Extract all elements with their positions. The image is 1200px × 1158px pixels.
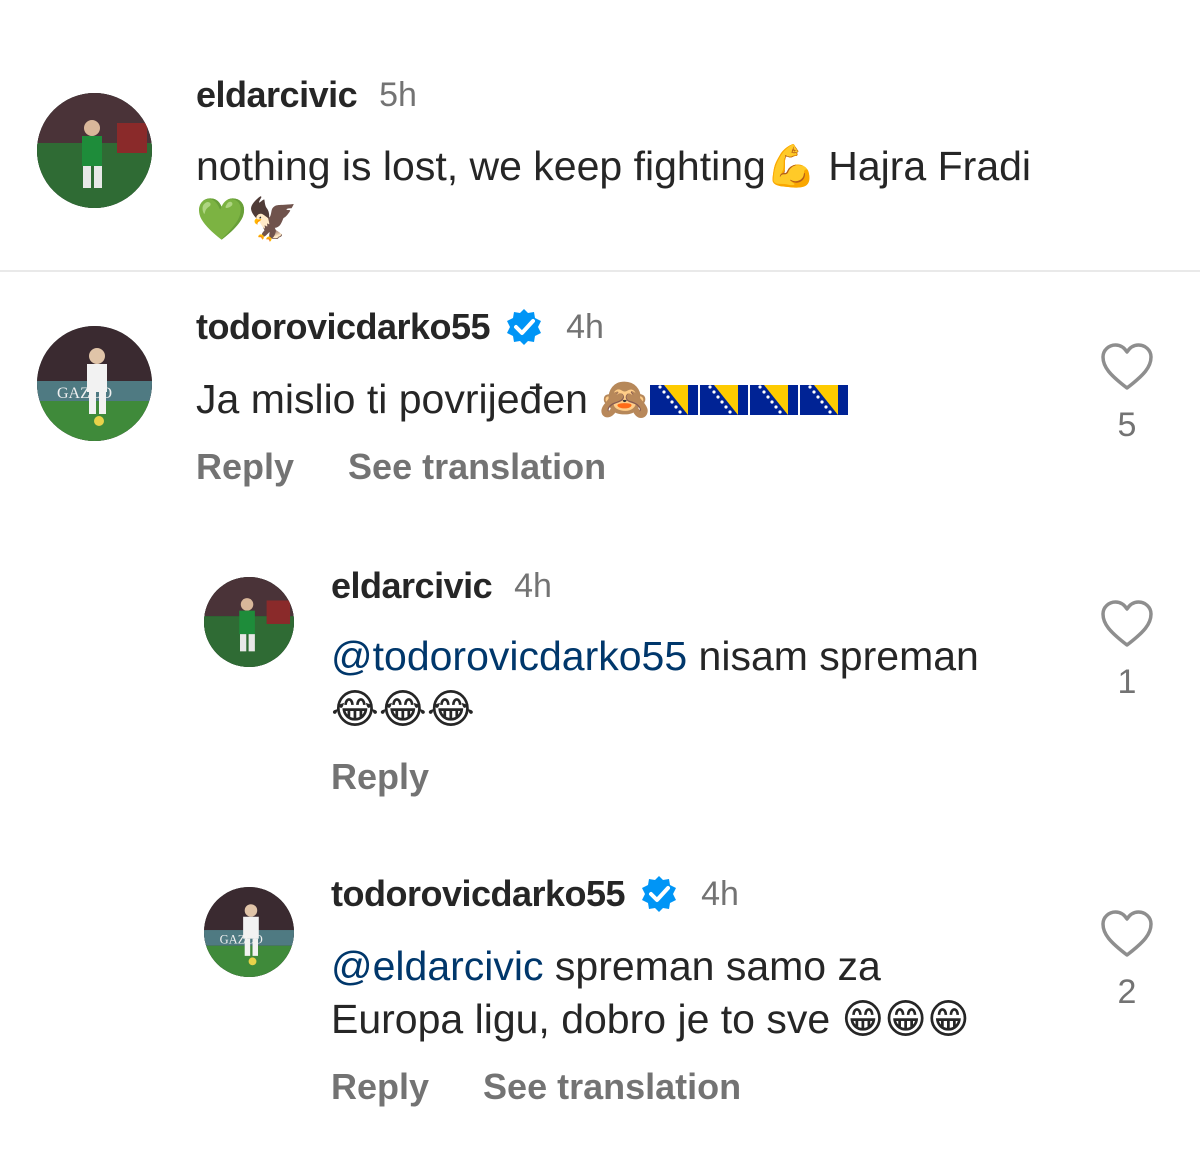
timestamp: 4h xyxy=(514,566,552,605)
username[interactable]: eldarcivic xyxy=(196,74,358,116)
heart-outline-icon[interactable] xyxy=(1100,599,1154,649)
avatar-photo xyxy=(37,93,152,208)
mention-link[interactable]: @eldarcivic xyxy=(331,943,544,989)
heart-outline-icon[interactable] xyxy=(1100,342,1154,392)
comment-text: @todorovicdarko55 nisam spreman 😂😂😂 xyxy=(331,633,979,733)
username[interactable]: eldarcivic xyxy=(331,565,493,607)
verified-badge-icon xyxy=(504,307,544,347)
username[interactable]: todorovicdarko55 xyxy=(196,306,491,348)
comment-text: Ja mislio ti povrijeđen 🙈 xyxy=(196,373,1056,426)
divider xyxy=(0,270,1200,272)
see-translation-button[interactable]: See translation xyxy=(483,1066,741,1108)
bosnia-flag-icon xyxy=(750,385,799,415)
like-count: 1 xyxy=(1117,663,1137,701)
like-control: 1 xyxy=(1099,599,1155,702)
avatar[interactable] xyxy=(204,577,294,667)
username[interactable]: todorovicdarko55 xyxy=(331,873,626,915)
avatar-photo xyxy=(204,577,294,667)
comment-text: nothing is lost, we keep fighting💪 Hajra… xyxy=(196,142,1032,243)
see-translation-button[interactable]: See translation xyxy=(348,446,606,488)
bosnia-flag-icon xyxy=(700,385,749,415)
reply-button[interactable]: Reply xyxy=(196,446,294,488)
timestamp: 4h xyxy=(701,874,739,913)
avatar[interactable]: GAZCO xyxy=(204,887,294,977)
comment-text: @eldarcivic spreman samo za Europa ligu,… xyxy=(331,943,970,1043)
like-control: 5 xyxy=(1099,342,1155,445)
reply-button[interactable]: Reply xyxy=(331,756,429,798)
like-control: 2 xyxy=(1099,909,1155,1012)
avatar-photo: GAZCO xyxy=(204,887,294,977)
avatar[interactable]: GAZCO xyxy=(37,326,152,441)
bosnia-flag-icon xyxy=(800,385,849,415)
avatar[interactable] xyxy=(37,93,152,208)
verified-badge-icon xyxy=(639,874,679,914)
timestamp: 5h xyxy=(379,75,417,114)
like-count: 2 xyxy=(1117,973,1137,1011)
avatar-photo: GAZCO xyxy=(37,326,152,441)
like-count: 5 xyxy=(1117,406,1137,444)
heart-outline-icon[interactable] xyxy=(1100,909,1154,959)
reply-button[interactable]: Reply xyxy=(331,1066,429,1108)
bosnia-flag-icon xyxy=(650,385,699,415)
mention-link[interactable]: @todorovicdarko55 xyxy=(331,633,687,679)
timestamp: 4h xyxy=(566,307,604,346)
